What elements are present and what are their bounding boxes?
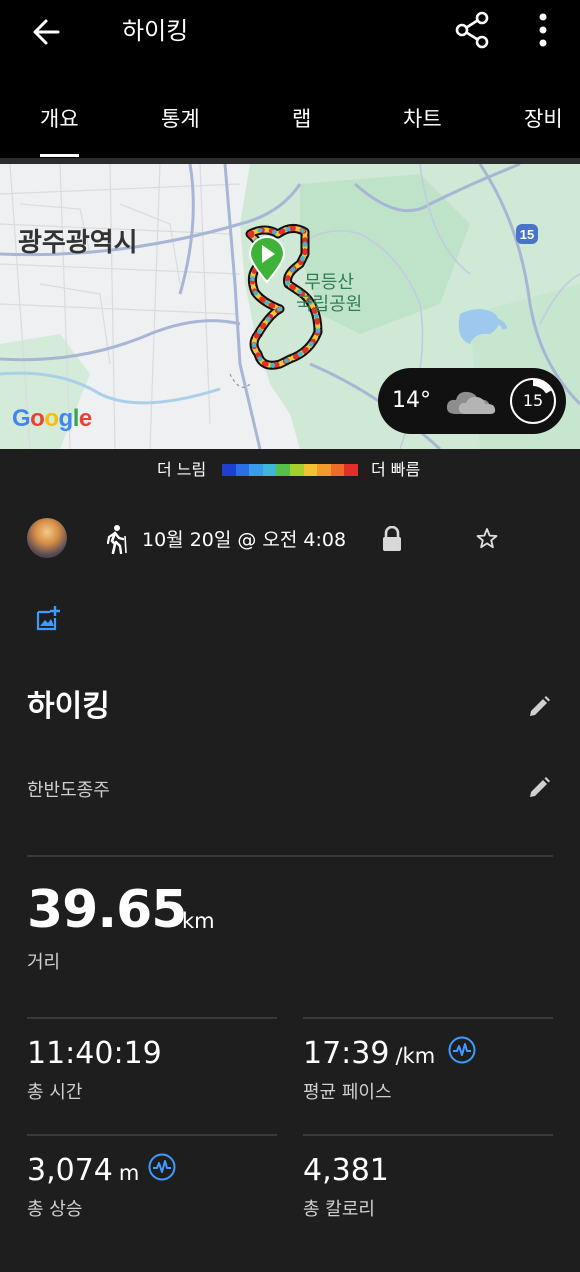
speed-legend-segment bbox=[317, 464, 331, 476]
speed-legend-segment bbox=[330, 464, 345, 476]
hiking-icon bbox=[106, 525, 127, 554]
speed-legend-bar bbox=[222, 464, 358, 476]
wind-speed: 15 bbox=[522, 391, 544, 410]
tab-charts[interactable]: 차트 bbox=[403, 104, 442, 134]
total-ascent-label: 총 상승 bbox=[27, 1199, 83, 1220]
back-arrow-icon[interactable] bbox=[28, 12, 68, 52]
share-icon[interactable] bbox=[452, 10, 492, 50]
pace-graph-icon[interactable] bbox=[448, 1036, 476, 1064]
lock-icon[interactable] bbox=[381, 526, 403, 552]
total-time-value: 11:40:19 bbox=[27, 1036, 162, 1071]
ascent-graph-icon[interactable] bbox=[148, 1153, 176, 1181]
activity-name: 하이킹 bbox=[27, 689, 110, 724]
distance-value: 39.65 bbox=[27, 880, 187, 940]
total-ascent-value: 3,074 m bbox=[27, 1153, 140, 1188]
activity-date: 10월 20일 @ 오전 4:08 bbox=[142, 529, 347, 551]
more-options-icon[interactable] bbox=[526, 10, 560, 50]
legend-slow-label: 더 느림 bbox=[157, 460, 207, 479]
speed-legend-segment bbox=[249, 464, 263, 476]
google-attribution: Google bbox=[12, 405, 92, 432]
stat-divider bbox=[303, 1017, 553, 1019]
avatar[interactable] bbox=[27, 518, 67, 558]
road-badge: 15 bbox=[520, 227, 534, 242]
distance-unit: km bbox=[182, 909, 215, 933]
tab-laps[interactable]: 랩 bbox=[292, 104, 311, 134]
tab-overview[interactable]: 개요 bbox=[40, 104, 79, 157]
edit-name-pencil-icon[interactable] bbox=[526, 694, 552, 720]
total-calories-value: 4,381 bbox=[303, 1153, 389, 1188]
legend-fast-label: 더 빠름 bbox=[371, 460, 421, 479]
temperature: 14° bbox=[392, 388, 431, 413]
app-bar: 하이킹 bbox=[0, 0, 580, 80]
stat-divider bbox=[303, 1134, 553, 1136]
map-city-label: 광주광역시 bbox=[18, 228, 138, 258]
avg-pace-label: 평균 페이스 bbox=[303, 1082, 392, 1103]
speed-legend-segment bbox=[262, 464, 277, 476]
page-title: 하이킹 bbox=[122, 17, 189, 45]
speed-legend-segment bbox=[235, 464, 250, 476]
edit-description-pencil-icon[interactable] bbox=[526, 775, 552, 801]
distance-label: 거리 bbox=[27, 952, 61, 973]
speed-legend-segment bbox=[276, 464, 290, 476]
total-calories-label: 총 칼로리 bbox=[303, 1199, 375, 1220]
speed-legend-segment bbox=[303, 464, 318, 476]
cloud-icon bbox=[446, 391, 496, 414]
avg-pace-unit: /km bbox=[395, 1044, 436, 1068]
section-divider bbox=[27, 855, 553, 857]
stat-divider bbox=[27, 1134, 277, 1136]
star-icon[interactable] bbox=[475, 526, 499, 552]
speed-legend-segment bbox=[289, 464, 304, 476]
speed-legend-segment bbox=[222, 464, 236, 476]
map-park-label: 무등산 국립공원 bbox=[296, 272, 363, 315]
speed-legend-segment bbox=[344, 464, 358, 476]
total-ascent-unit: m bbox=[118, 1161, 140, 1185]
avg-pace-value: 17:39/km bbox=[303, 1036, 436, 1071]
add-photo-icon[interactable] bbox=[35, 605, 61, 631]
tab-bar: 개요 통계 랩 차트 장비 bbox=[0, 80, 580, 158]
route-map[interactable]: 15 광주광역시 무등산 국립공원 Google 14° 15 bbox=[0, 164, 580, 449]
total-time-label: 총 시간 bbox=[27, 1082, 83, 1103]
tab-stats[interactable]: 통계 bbox=[161, 104, 200, 134]
stat-divider bbox=[27, 1017, 277, 1019]
tab-gear[interactable]: 장비 bbox=[524, 104, 563, 134]
activity-description: 한반도종주 bbox=[27, 780, 110, 801]
weather-badge: 14° 15 bbox=[378, 368, 566, 434]
